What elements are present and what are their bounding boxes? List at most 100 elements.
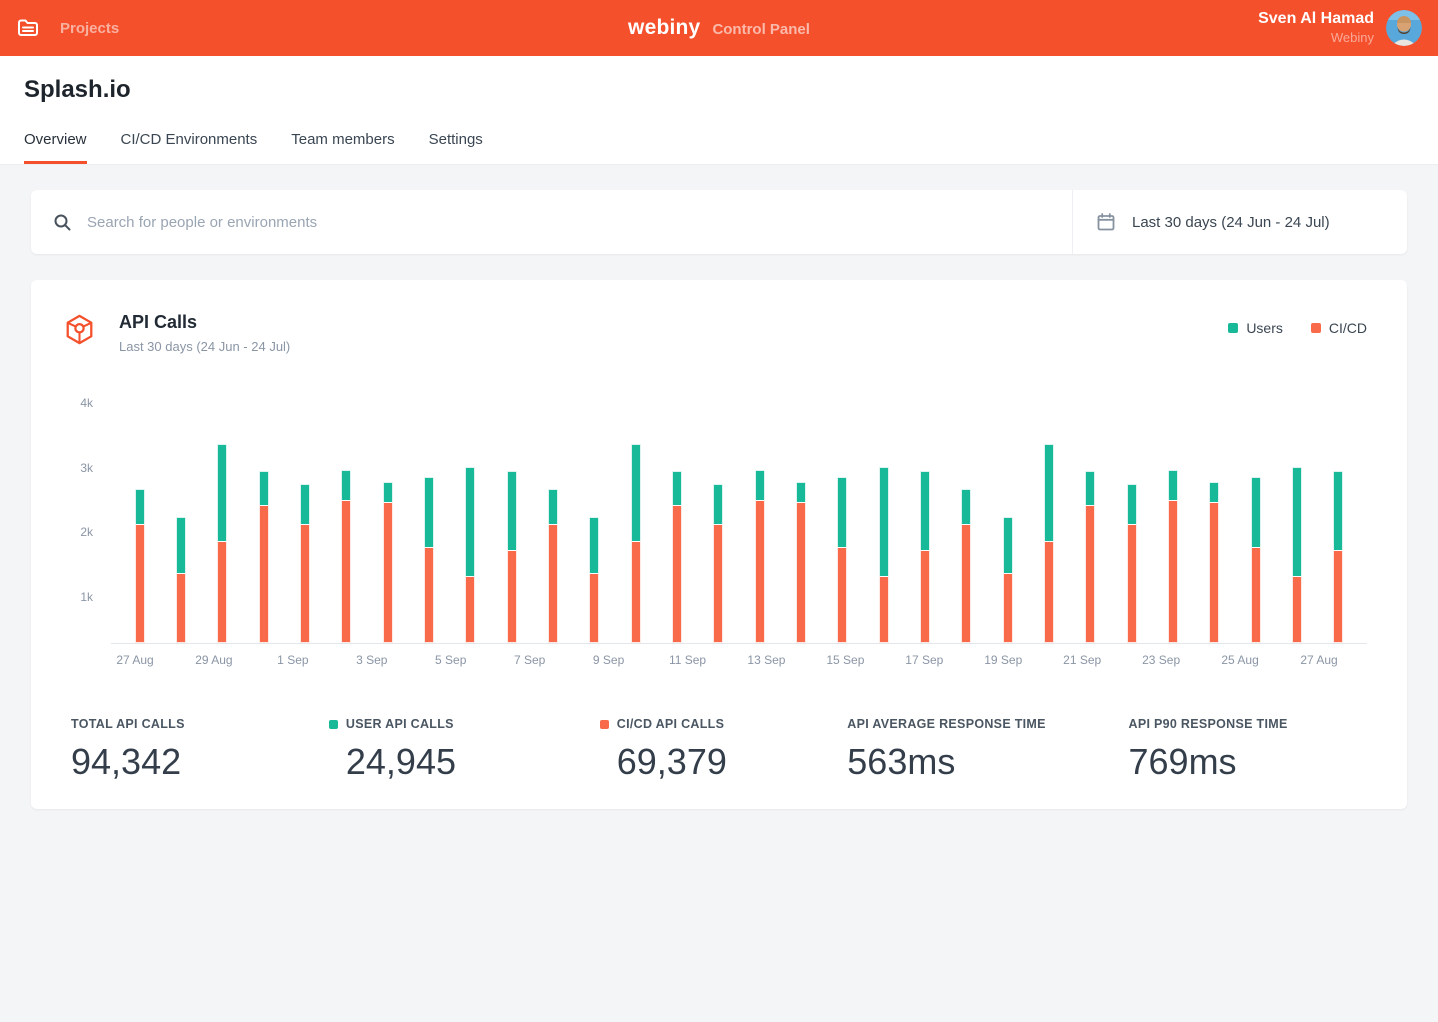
legend-swatch-cicd xyxy=(1311,323,1321,333)
stacked-bar xyxy=(465,467,475,643)
page-header: Splash.io Overview CI/CD Environments Te… xyxy=(0,56,1438,164)
stacked-bar xyxy=(383,482,393,643)
logo-suffix-label: Control Panel xyxy=(712,21,810,38)
bar-column xyxy=(698,384,739,643)
legend-item-cicd: CI/CD xyxy=(1311,320,1367,336)
date-range-picker[interactable]: Last 30 days (24 Jun - 24 Jul) xyxy=(1073,190,1407,254)
stat-total-api-calls: TOTAL API CALLS 94,342 xyxy=(71,717,329,783)
users-segment xyxy=(1168,470,1178,500)
calendar-icon xyxy=(1097,213,1115,231)
stat-api-average-response-time: API AVERAGE RESPONSE TIME 563ms xyxy=(847,717,1128,783)
cicd-segment xyxy=(507,550,517,643)
stats-row: TOTAL API CALLS 94,342 USER API CALLS 24… xyxy=(31,717,1407,783)
cicd-segment xyxy=(1044,541,1054,643)
stat-value: 563ms xyxy=(847,741,1128,783)
stacked-bar xyxy=(755,470,765,643)
cicd-segment xyxy=(796,502,806,643)
user-info: Sven Al Hamad Webiny xyxy=(1258,10,1374,45)
users-dot-icon xyxy=(329,720,338,729)
stacked-bar xyxy=(548,489,558,643)
stat-cicd-api-calls: CI/CD API CALLS 69,379 xyxy=(600,717,848,783)
cicd-segment xyxy=(1127,524,1137,643)
user-menu[interactable]: Sven Al Hamad Webiny xyxy=(1258,10,1422,46)
users-segment xyxy=(383,482,393,502)
api-calls-hexagon-icon xyxy=(64,314,95,345)
stat-label: API P90 RESPONSE TIME xyxy=(1129,717,1288,731)
x-tick-label: 9 Sep xyxy=(593,653,624,667)
cicd-segment xyxy=(300,524,310,643)
users-segment xyxy=(1333,471,1343,550)
stacked-bar xyxy=(1168,470,1178,643)
users-segment xyxy=(713,484,723,523)
bar-column xyxy=(739,384,780,643)
stacked-bar xyxy=(1044,444,1054,643)
cicd-segment xyxy=(589,573,599,643)
users-segment xyxy=(176,517,186,572)
users-segment xyxy=(796,482,806,502)
x-tick-label: 19 Sep xyxy=(984,653,1022,667)
search-input[interactable] xyxy=(87,214,1050,231)
x-tick-label: 27 Aug xyxy=(116,653,153,667)
card-subtitle: Last 30 days (24 Jun - 24 Jul) xyxy=(119,339,290,354)
cicd-segment xyxy=(1085,505,1095,643)
stacked-bar xyxy=(1003,517,1013,643)
cicd-segment xyxy=(672,505,682,643)
avatar[interactable] xyxy=(1386,10,1422,46)
legend-label-users: Users xyxy=(1246,320,1283,336)
top-bar: Projects webiny Control Panel Sven Al Ha… xyxy=(0,0,1438,56)
x-tick-label: 25 Aug xyxy=(1221,653,1258,667)
y-tick-label: 3k xyxy=(80,461,93,475)
bar-column xyxy=(656,384,697,643)
stacked-bar xyxy=(424,477,434,643)
stacked-bar xyxy=(1127,484,1137,643)
bar-column xyxy=(160,384,201,643)
bar-column xyxy=(946,384,987,643)
users-segment xyxy=(341,470,351,500)
legend-label-cicd: CI/CD xyxy=(1329,320,1367,336)
bar-column xyxy=(822,384,863,643)
bar-column xyxy=(904,384,945,643)
date-range-label: Last 30 days (24 Jun - 24 Jul) xyxy=(1132,214,1330,231)
stat-value: 769ms xyxy=(1129,741,1368,783)
stacked-bar xyxy=(796,482,806,643)
projects-nav-button[interactable]: Projects xyxy=(16,16,119,40)
users-segment xyxy=(879,467,889,576)
tab-settings[interactable]: Settings xyxy=(429,131,483,164)
chart-legend: Users CI/CD xyxy=(1228,320,1367,336)
stacked-bar xyxy=(961,489,971,643)
stat-label: CI/CD API CALLS xyxy=(617,717,725,731)
cicd-segment xyxy=(465,576,475,643)
plot-area xyxy=(111,384,1367,644)
cicd-segment xyxy=(1292,576,1302,643)
user-name: Sven Al Hamad xyxy=(1258,10,1374,28)
bar-column xyxy=(615,384,656,643)
bar-column xyxy=(326,384,367,643)
x-tick-label: 13 Sep xyxy=(747,653,785,667)
stacked-bar xyxy=(217,444,227,643)
x-tick-label: 3 Sep xyxy=(356,653,387,667)
cicd-dot-icon xyxy=(600,720,609,729)
content-area: Last 30 days (24 Jun - 24 Jul) API Calls… xyxy=(0,164,1438,1022)
y-axis: 1k2k3k4k xyxy=(55,384,111,644)
legend-swatch-users xyxy=(1228,323,1238,333)
bar-column xyxy=(1070,384,1111,643)
tab-cicd-environments[interactable]: CI/CD Environments xyxy=(121,131,258,164)
cicd-segment xyxy=(341,500,351,643)
tab-bar: Overview CI/CD Environments Team members… xyxy=(24,131,1414,164)
bar-column xyxy=(1152,384,1193,643)
bar-column xyxy=(243,384,284,643)
cicd-segment xyxy=(217,541,227,643)
users-segment xyxy=(589,517,599,572)
cicd-segment xyxy=(1251,547,1261,643)
users-segment xyxy=(1209,482,1219,502)
users-segment xyxy=(631,444,641,541)
app-root: Projects webiny Control Panel Sven Al Ha… xyxy=(0,0,1438,1022)
projects-folder-icon xyxy=(16,16,40,40)
x-tick-label: 17 Sep xyxy=(905,653,943,667)
x-tick-label: 21 Sep xyxy=(1063,653,1101,667)
tab-overview[interactable]: Overview xyxy=(24,131,87,164)
users-segment xyxy=(920,471,930,550)
tab-team-members[interactable]: Team members xyxy=(291,131,394,164)
users-segment xyxy=(672,471,682,505)
bar-column xyxy=(574,384,615,643)
